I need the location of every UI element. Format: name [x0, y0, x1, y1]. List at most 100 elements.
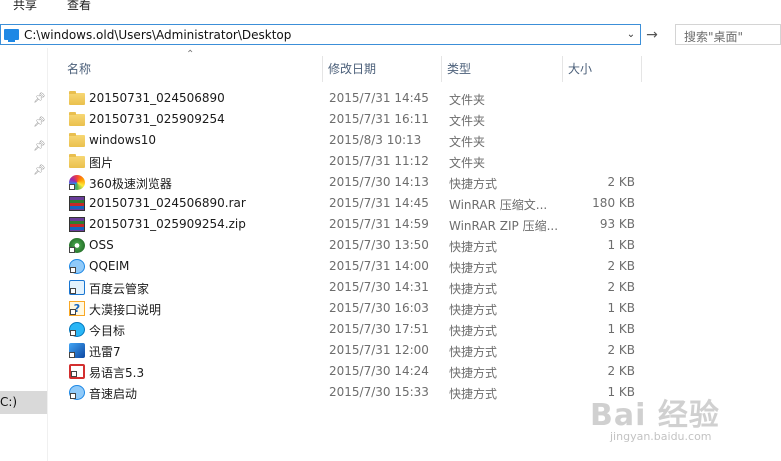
file-date: 2015/7/31 14:59	[329, 217, 429, 231]
file-type: WinRAR ZIP 压缩...	[449, 219, 559, 233]
address-bar[interactable]: C:\windows.old\Users\Administrator\Deskt…	[0, 24, 641, 45]
file-date: 2015/8/3 10:13	[329, 133, 422, 147]
file-type: WinRAR 压缩文...	[449, 198, 548, 212]
pin-icon[interactable]: 📌︎	[33, 166, 46, 176]
table-row[interactable]: ? 大漠接口说明 2015/7/30 16:03 快捷方式 1 KB	[62, 298, 642, 319]
file-name: 20150731_025909254.zip	[89, 217, 246, 231]
file-size: 2 KB	[607, 175, 635, 189]
table-row[interactable]: QQEIM 2015/7/31 14:00 快捷方式 2 KB	[62, 256, 642, 277]
file-date: 2015/7/31 11:12	[329, 154, 429, 168]
file-size: 93 KB	[599, 217, 635, 231]
target-shortcut-icon	[69, 322, 85, 337]
baidu-jingyan-watermark: Bai 经验 jingyan.baidu.com	[590, 390, 770, 450]
file-date: 2015/7/31 12:00	[329, 343, 429, 357]
file-date: 2015/7/31 14:45	[329, 91, 429, 105]
table-row[interactable]: OSS 2015/7/30 13:50 快捷方式 1 KB	[62, 235, 642, 256]
watermark-logo: Bai 经验	[590, 398, 720, 433]
file-name: 20150731_024506890	[89, 91, 225, 105]
file-date: 2015/7/31 16:11	[329, 112, 429, 126]
folder-icon	[69, 112, 85, 126]
file-type: 快捷方式	[449, 366, 498, 380]
file-date: 2015/7/30 16:03	[329, 301, 429, 315]
column-divider[interactable]	[641, 56, 642, 82]
table-row[interactable]: 百度云管家 2015/7/30 14:31 快捷方式 2 KB	[62, 277, 642, 298]
file-date: 2015/7/30 17:51	[329, 322, 429, 336]
file-size: 2 KB	[607, 364, 635, 378]
file-type: 文件夹	[449, 114, 486, 128]
table-row[interactable]: 图片 2015/7/31 11:12 文件夹	[62, 151, 642, 172]
table-row[interactable]: 易语言5.3 2015/7/30 14:24 快捷方式 2 KB	[62, 361, 642, 382]
folder-icon	[69, 154, 85, 168]
file-type: 快捷方式	[449, 177, 498, 191]
folder-icon	[69, 133, 85, 147]
nav-item-label: C:)	[0, 395, 18, 409]
table-row[interactable]: 20150731_025909254.zip 2015/7/31 14:59 W…	[62, 214, 642, 235]
winrar-archive-icon	[69, 196, 85, 211]
file-type: 快捷方式	[449, 387, 498, 401]
file-type: 快捷方式	[449, 240, 498, 254]
oss-shortcut-icon	[69, 238, 85, 253]
column-header-name[interactable]: 名称	[62, 55, 322, 81]
address-path[interactable]: C:\windows.old\Users\Administrator\Deskt…	[24, 28, 291, 42]
speed-start-shortcut-icon	[69, 385, 85, 400]
baidu-cloud-shortcut-icon	[69, 280, 85, 295]
file-name: windows10	[89, 133, 157, 147]
help-shortcut-icon: ?	[69, 301, 85, 316]
computer-icon	[4, 29, 19, 42]
file-name: 易语言5.3	[89, 366, 145, 380]
go-arrow-icon[interactable]: →	[644, 26, 660, 44]
qq-shortcut-icon	[69, 259, 85, 274]
tab-view[interactable]: 查看	[67, 0, 91, 13]
table-row[interactable]: 迅雷7 2015/7/31 12:00 快捷方式 2 KB	[62, 340, 642, 361]
file-size: 1 KB	[607, 322, 635, 336]
watermark-site: jingyan.baidu.com	[610, 430, 712, 443]
nav-item-drive-c[interactable]: C:)	[0, 391, 47, 414]
file-type: 文件夹	[449, 93, 486, 107]
xunlei-shortcut-icon	[69, 343, 85, 358]
table-row[interactable]: 20150731_024506890 2015/7/31 14:45 文件夹	[62, 88, 642, 109]
file-name: 大漠接口说明	[89, 303, 162, 317]
chevron-down-icon[interactable]: ⌄	[624, 27, 638, 42]
file-date: 2015/7/31 14:00	[329, 259, 429, 273]
file-size: 180 KB	[592, 196, 635, 210]
file-name: 20150731_025909254	[89, 112, 225, 126]
file-type: 快捷方式	[449, 303, 498, 317]
file-date: 2015/7/30 13:50	[329, 238, 429, 252]
file-type: 快捷方式	[449, 261, 498, 275]
file-type: 文件夹	[449, 156, 486, 170]
column-header-type[interactable]: 类型	[442, 55, 562, 81]
file-size: 2 KB	[607, 280, 635, 294]
file-name: 20150731_024506890.rar	[89, 196, 246, 210]
pin-icon[interactable]: 📌︎	[33, 142, 46, 152]
file-size: 2 KB	[607, 343, 635, 357]
file-type: 文件夹	[449, 135, 486, 149]
file-date: 2015/7/30 14:24	[329, 364, 429, 378]
table-row[interactable]: 360极速浏览器 2015/7/30 14:13 快捷方式 2 KB	[62, 172, 642, 193]
table-row[interactable]: 今目标 2015/7/30 17:51 快捷方式 1 KB	[62, 319, 642, 340]
file-name: 百度云管家	[89, 282, 150, 296]
pin-icon[interactable]: 📌︎	[33, 118, 46, 128]
file-date: 2015/7/30 14:13	[329, 175, 429, 189]
column-header-date[interactable]: 修改日期	[323, 55, 441, 81]
file-date: 2015/7/30 15:33	[329, 385, 429, 399]
search-placeholder: 搜索"桌面"	[684, 30, 744, 44]
table-row[interactable]: 20150731_025909254 2015/7/31 16:11 文件夹	[62, 109, 642, 130]
folder-icon	[69, 91, 85, 105]
column-header-size[interactable]: 大小	[563, 55, 641, 81]
tab-share[interactable]: 共享	[13, 0, 37, 13]
file-type: 快捷方式	[449, 345, 498, 359]
browser-shortcut-icon	[69, 175, 85, 190]
file-name: OSS	[89, 238, 114, 252]
table-row[interactable]: 音速启动 2015/7/30 15:33 快捷方式 1 KB	[62, 382, 642, 403]
table-row[interactable]: windows10 2015/8/3 10:13 文件夹	[62, 130, 642, 151]
file-name: 迅雷7	[89, 345, 121, 359]
pin-icon[interactable]: 📌︎	[33, 94, 46, 104]
file-name: 图片	[89, 156, 114, 170]
file-size: 1 KB	[607, 301, 635, 315]
ribbon-tabs: 共享 查看	[0, 0, 781, 16]
file-name: 音速启动	[89, 387, 138, 401]
search-input[interactable]: 搜索"桌面"	[675, 24, 781, 45]
file-size: 2 KB	[607, 259, 635, 273]
winrar-archive-icon	[69, 217, 85, 232]
table-row[interactable]: 20150731_024506890.rar 2015/7/31 14:45 W…	[62, 193, 642, 214]
